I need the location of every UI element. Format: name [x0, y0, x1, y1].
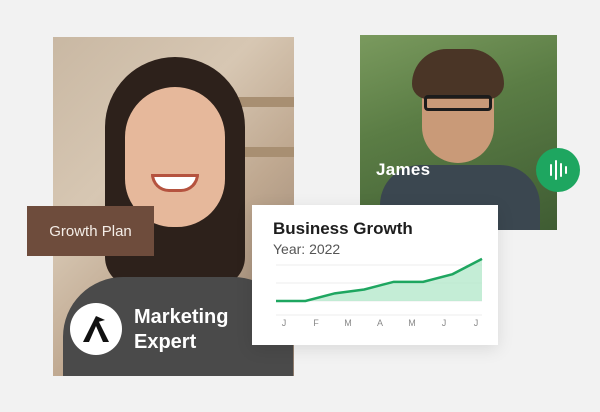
x-tick-label: J — [474, 318, 479, 328]
role-title-line1: Marketing — [134, 306, 229, 328]
growth-chart: JFMAMJJ — [276, 257, 483, 328]
man-name-label: James — [376, 160, 431, 179]
man-hair — [412, 49, 504, 99]
growth-plan-label: Growth Plan — [49, 222, 132, 240]
man-glasses — [424, 95, 492, 111]
x-tick-label: J — [282, 318, 287, 328]
audio-wave-icon — [549, 160, 567, 180]
growth-plan-tag[interactable]: Growth Plan — [27, 206, 154, 256]
x-tick-label: A — [377, 318, 383, 328]
audio-button[interactable] — [536, 148, 580, 192]
x-tick-label: J — [442, 318, 447, 328]
man-photo — [360, 35, 557, 230]
x-tick-label: M — [408, 318, 416, 328]
brand-logo — [70, 303, 122, 355]
x-tick-label: M — [344, 318, 352, 328]
mountain-flag-icon — [83, 316, 109, 342]
x-tick-label: F — [313, 318, 319, 328]
role-title: Marketing Expert — [134, 305, 228, 355]
business-growth-card[interactable]: Business Growth Year: 2022 JFMAMJJ — [252, 205, 498, 345]
role-title-line2: Expert — [134, 331, 197, 353]
